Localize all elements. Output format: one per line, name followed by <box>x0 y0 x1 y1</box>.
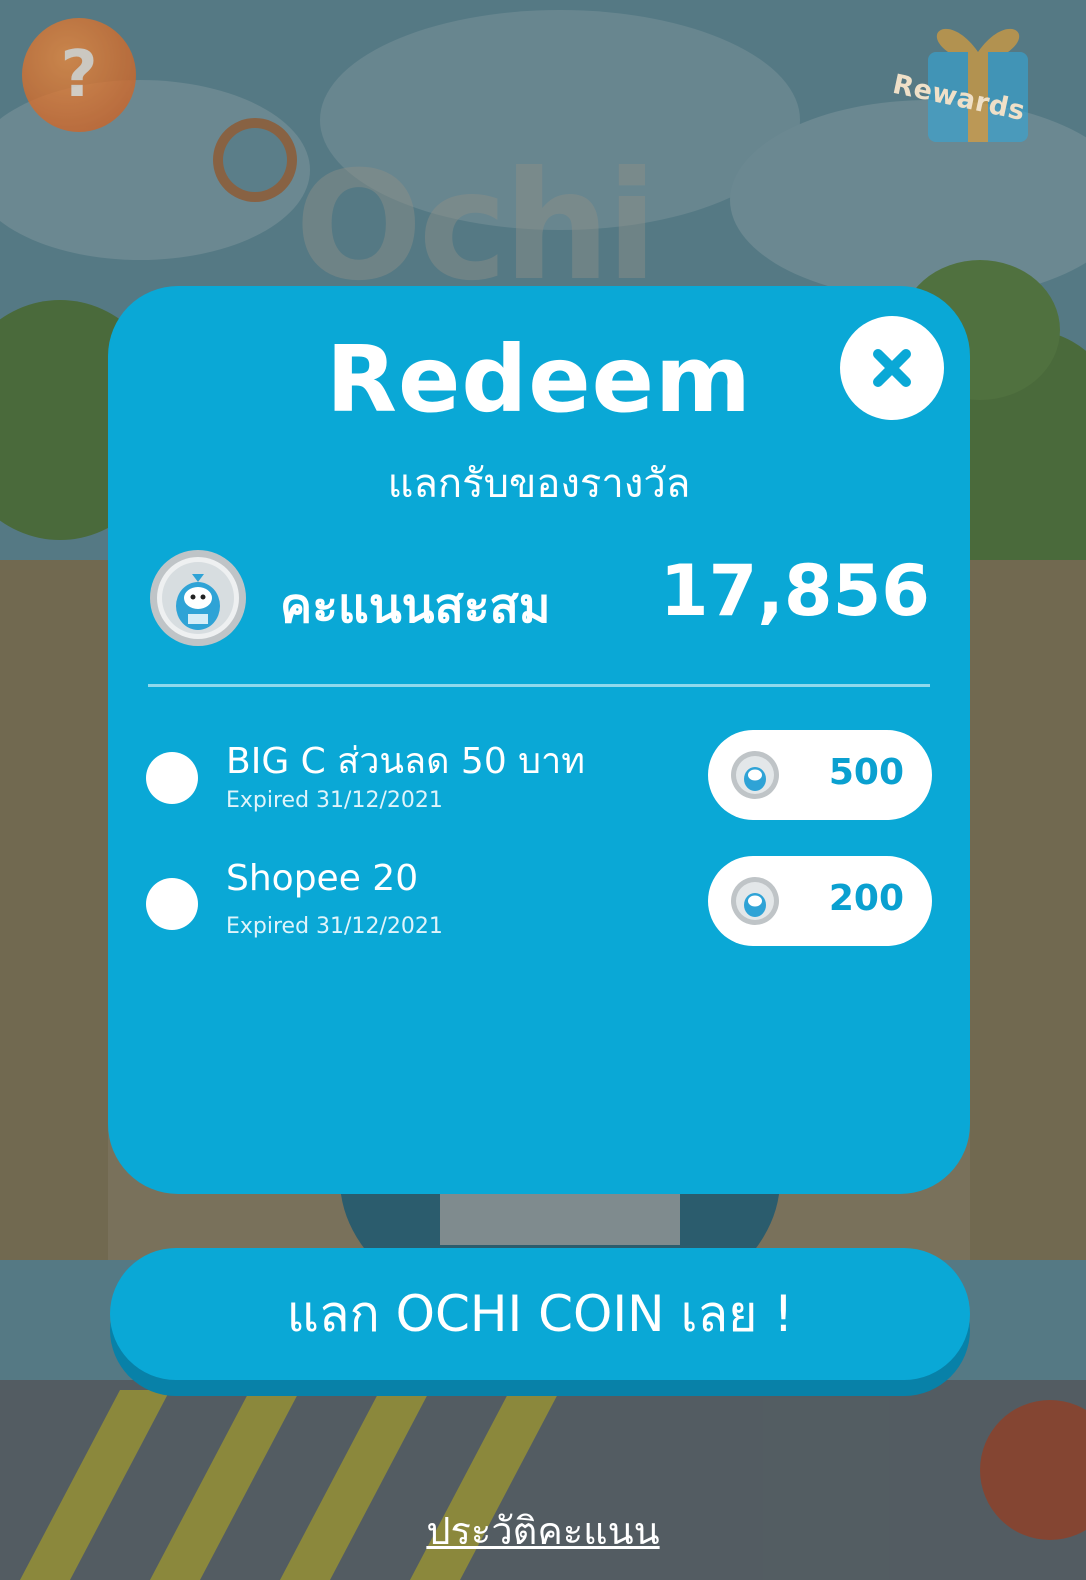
redeem-modal: Redeem แลกรับของรางวัล คะแนนสะสม 17,856 … <box>108 286 970 1194</box>
reward-cost-badge: 500 <box>708 730 932 820</box>
reward-radio[interactable] <box>146 752 198 804</box>
reward-radio[interactable] <box>146 878 198 930</box>
reward-cost-badge: 200 <box>708 856 932 946</box>
points-value: 17,856 <box>659 550 930 632</box>
points-summary: คะแนนสะสม 17,856 <box>148 548 930 648</box>
ochi-coin-icon <box>150 550 246 646</box>
points-label: คะแนนสะสม <box>280 578 551 634</box>
reward-cost: 200 <box>828 878 904 919</box>
divider <box>148 684 930 687</box>
reward-expiry: Expired 31/12/2021 <box>226 788 443 813</box>
reward-expiry: Expired 31/12/2021 <box>226 914 443 939</box>
reward-item[interactable]: Shopee 20 Expired 31/12/2021 200 <box>146 856 932 952</box>
redeem-coin-button-label: แลก OCHI COIN เลย ! <box>286 1284 794 1343</box>
redeem-screen: Ochi ? Rewards Redeem แลกรับของรางวัล คะ… <box>0 0 1086 1580</box>
question-icon: ? <box>60 38 98 112</box>
redeem-coin-button[interactable]: แลก OCHI COIN เลย ! <box>110 1248 970 1380</box>
points-history-link[interactable]: ประวัติคะแนน <box>0 1500 1086 1561</box>
ochi-coin-icon <box>731 751 779 799</box>
modal-title: Redeem <box>326 326 752 433</box>
help-button[interactable]: ? <box>22 18 136 132</box>
reward-cost: 500 <box>828 752 904 793</box>
reward-item[interactable]: BIG C ส่วนลด 50 บาท Expired 31/12/2021 5… <box>146 730 932 826</box>
modal-subtitle: แลกรับของรางวัล <box>387 461 691 507</box>
reward-name: BIG C ส่วนลด 50 บาท <box>226 741 585 782</box>
ochi-coin-icon <box>731 877 779 925</box>
reward-name: Shopee 20 <box>226 858 419 899</box>
